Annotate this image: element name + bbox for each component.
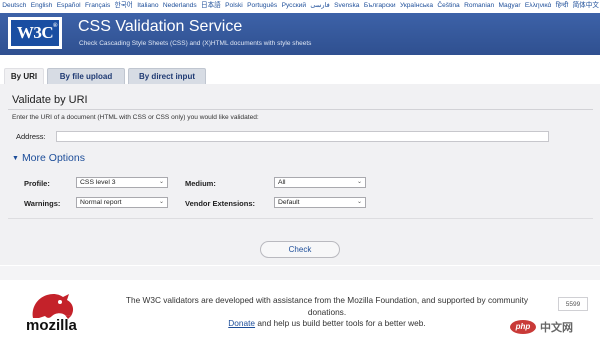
warnings-value: Normal report [80, 199, 122, 206]
warnings-label: Warnings: [24, 199, 61, 208]
footer-separator [0, 266, 600, 280]
language-link[interactable]: Magyar [499, 2, 521, 9]
profile-select[interactable]: CSS level 3 ⌄ [76, 177, 168, 188]
check-button[interactable]: Check [260, 241, 340, 258]
language-link[interactable]: 日本語 [201, 2, 221, 9]
donation-count: 5599 [558, 297, 588, 311]
divider [8, 109, 593, 110]
language-link[interactable]: Български [364, 2, 396, 9]
language-link[interactable]: فارسی [310, 2, 329, 9]
w3c-logo[interactable]: W3C ® [8, 17, 62, 49]
language-link[interactable]: Nederlands [163, 2, 197, 9]
panel-heading: Validate by URI [12, 94, 88, 106]
mozilla-logo-text[interactable]: mozilla [26, 317, 77, 334]
w3c-logo-text: W3C [16, 23, 54, 42]
language-link[interactable]: Italiano [137, 2, 158, 9]
chevron-down-icon: ⌄ [158, 199, 164, 205]
donate-link[interactable]: Donate [228, 318, 255, 328]
language-link[interactable]: Čeština [437, 2, 459, 9]
watermark: php 中文网 [510, 317, 594, 337]
vendor-extensions-select[interactable]: Default ⌄ [274, 197, 366, 208]
language-link[interactable]: 한국어 [115, 2, 133, 9]
medium-select[interactable]: All ⌄ [274, 177, 366, 188]
triangle-down-icon: ▼ [12, 155, 19, 162]
php-logo: php [510, 320, 536, 334]
tab-by-direct-input[interactable]: By direct input [128, 68, 206, 84]
language-link[interactable]: 简体中文 [573, 2, 599, 9]
chevron-down-icon: ⌄ [356, 179, 362, 185]
language-link[interactable]: Русский [282, 2, 306, 9]
language-link[interactable]: English [31, 2, 53, 9]
medium-label: Medium: [185, 179, 216, 188]
language-link[interactable]: हिन्दी [556, 2, 568, 9]
vendor-extensions-value: Default [278, 199, 300, 206]
more-options-toggle[interactable]: ▼ More Options [12, 152, 85, 164]
language-link[interactable]: Polski [225, 2, 243, 9]
chevron-down-icon: ⌄ [158, 179, 164, 185]
page-title: CSS Validation Service [78, 18, 243, 35]
chevron-down-icon: ⌄ [356, 199, 362, 205]
validate-panel: Validate by URI Enter the URI of a docum… [0, 84, 600, 265]
language-link[interactable]: Deutsch [2, 2, 26, 9]
sponsor-line-1: The W3C validators are developed with as… [125, 295, 529, 317]
instructions: Enter the URI of a document (HTML with C… [12, 114, 259, 121]
sponsor-line-2: and help us build better tools for a bet… [255, 318, 426, 328]
medium-value: All [278, 179, 286, 186]
language-link[interactable]: Español [57, 2, 81, 9]
language-link[interactable]: Українська [400, 2, 433, 9]
profile-value: CSS level 3 [80, 179, 116, 186]
language-link[interactable]: Português [247, 2, 277, 9]
language-link[interactable]: Ελληνικά [525, 2, 551, 9]
address-input[interactable] [56, 131, 549, 142]
profile-label: Profile: [24, 179, 50, 188]
page-subtitle: Check Cascading Style Sheets (CSS) and (… [79, 40, 312, 47]
warnings-select[interactable]: Normal report ⌄ [76, 197, 168, 208]
sponsor-text: The W3C validators are developed with as… [112, 295, 542, 330]
tab-by-uri[interactable]: By URI [4, 68, 44, 85]
tab-by-file-upload[interactable]: By file upload [47, 68, 125, 84]
language-link[interactable]: Romanian [464, 2, 494, 9]
language-bar: Deutsch English Español Français 한국어 Italiano… [0, 0, 600, 12]
vendor-extensions-label: Vendor Extensions: [185, 199, 256, 208]
more-options-label: More Options [21, 152, 85, 164]
divider [8, 218, 593, 219]
language-link[interactable]: Français [85, 2, 110, 9]
language-link[interactable]: Svenska [334, 2, 359, 9]
header: W3C ® CSS Validation Service Check Cascad… [0, 13, 600, 55]
address-label: Address: [16, 132, 46, 141]
watermark-text: 中文网 [540, 322, 573, 334]
